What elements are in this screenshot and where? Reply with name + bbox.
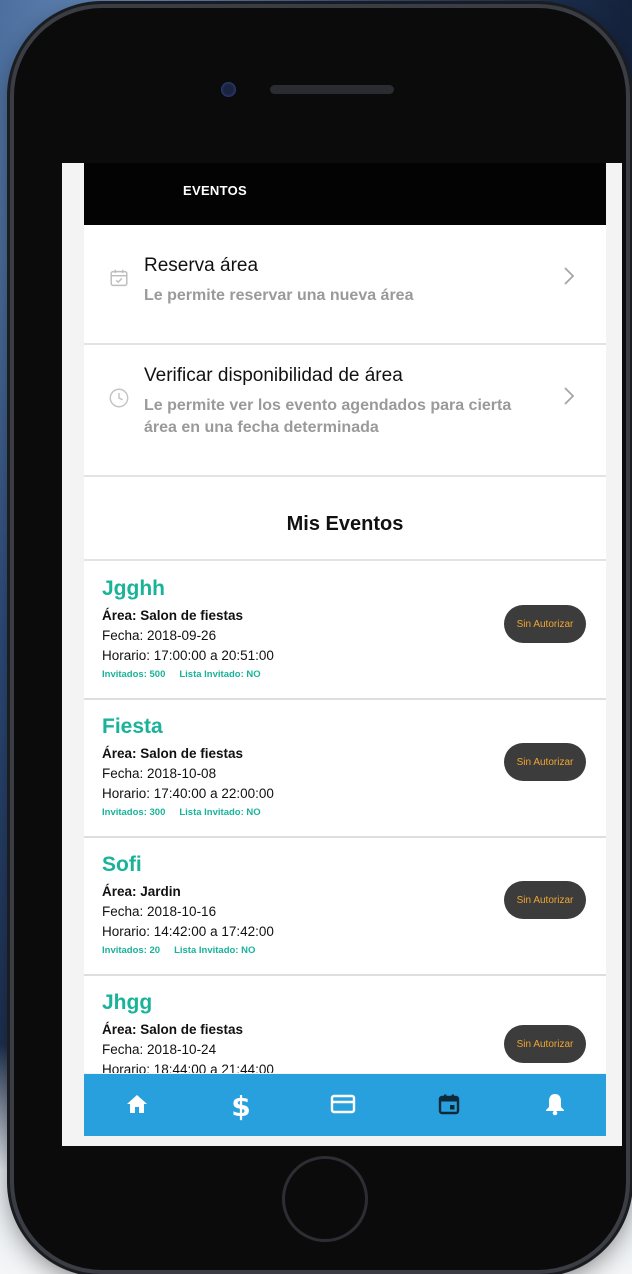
event-time: Horario: 14:42:00 a 17:42:00	[102, 924, 274, 939]
nav-notifications[interactable]	[540, 1091, 570, 1121]
event-area: Área: Salon de fiestas	[102, 608, 244, 623]
event-card[interactable]: Fiesta Área: Salon de fiestas Fecha: 201…	[84, 701, 606, 838]
menu-item-title: Reserva área	[144, 255, 259, 276]
divider	[84, 974, 606, 976]
section-title: Mis Eventos	[286, 513, 404, 535]
event-time: Horario: 17:00:00 a 20:51:00	[102, 648, 274, 663]
calendar-icon	[437, 1092, 461, 1121]
event-guest-list: Lista Invitado: NO	[174, 945, 256, 956]
credit-card-icon	[330, 1093, 356, 1120]
event-date: Fecha: 2018-10-24	[102, 1042, 217, 1057]
event-guests: Invitados: 500	[102, 669, 166, 680]
chevron-right-icon	[562, 385, 576, 413]
event-meta: Invitados: 20 Lista Invitado: NO	[102, 945, 255, 956]
event-meta: Invitados: 500 Lista Invitado: NO	[102, 669, 261, 680]
divider	[84, 343, 606, 345]
nav-cards[interactable]	[328, 1091, 358, 1121]
menu-item-description: Le permite ver los evento agendados para…	[144, 397, 512, 436]
bell-icon	[544, 1092, 566, 1121]
phone-frame: EVENTOS Reserva área Le permite reservar…	[14, 8, 626, 1270]
app-screen: EVENTOS Reserva área Le permite reservar…	[62, 163, 622, 1146]
menu-item-reserva-area[interactable]: Reserva área Le permite reservar una nue…	[84, 233, 606, 333]
dollar-icon: $	[231, 1089, 251, 1123]
event-name: Jgghh	[102, 577, 165, 600]
app-bar: EVENTOS	[84, 163, 606, 225]
event-time: Horario: 18:44:00 a 21:44:00	[102, 1062, 274, 1073]
event-card[interactable]: Sofi Área: Jardin Fecha: 2018-10-16 Hora…	[84, 839, 606, 976]
status-badge[interactable]: Sin Autorizar	[504, 743, 586, 781]
event-guests: Invitados: 300	[102, 807, 166, 818]
nav-payments[interactable]: $	[226, 1089, 256, 1123]
event-card[interactable]: Jgghh Área: Salon de fiestas Fecha: 2018…	[84, 563, 606, 700]
event-guest-list: Lista Invitado: NO	[179, 669, 261, 680]
content-area[interactable]: Reserva área Le permite reservar una nue…	[84, 225, 606, 1073]
event-area: Área: Jardin	[102, 884, 181, 899]
front-camera	[221, 82, 236, 97]
event-name: Jhgg	[102, 991, 153, 1014]
chevron-right-icon	[562, 265, 576, 293]
event-card[interactable]: Jhgg Área: Salon de fiestas Fecha: 2018-…	[84, 977, 606, 1073]
nav-events[interactable]	[434, 1091, 464, 1121]
event-guests: Invitados: 20	[102, 945, 161, 956]
event-time: Horario: 17:40:00 a 22:00:00	[102, 786, 274, 801]
event-date: Fecha: 2018-10-08	[102, 766, 217, 781]
event-meta: Invitados: 300 Lista Invitado: NO	[102, 807, 261, 818]
status-badge[interactable]: Sin Autorizar	[504, 881, 586, 919]
event-date: Fecha: 2018-10-16	[102, 904, 217, 919]
nav-home[interactable]	[122, 1091, 152, 1121]
menu-item-description: Le permite reservar una nueva área	[144, 287, 414, 304]
clock-icon	[108, 387, 130, 409]
event-guest-list: Lista Invitado: NO	[179, 807, 261, 818]
event-date: Fecha: 2018-09-26	[102, 628, 217, 643]
divider	[84, 836, 606, 838]
event-name: Fiesta	[102, 715, 163, 738]
event-area: Área: Salon de fiestas	[102, 1022, 244, 1037]
event-area: Área: Salon de fiestas	[102, 746, 244, 761]
calendar-check-icon	[108, 267, 130, 289]
home-button[interactable]	[282, 1156, 368, 1242]
home-icon	[125, 1092, 149, 1121]
menu-item-title: Verificar disponibilidad de área	[144, 365, 403, 386]
menu-item-verificar-disponibilidad[interactable]: Verificar disponibilidad de área Le perm…	[84, 347, 606, 467]
status-badge[interactable]: Sin Autorizar	[504, 605, 586, 643]
event-name: Sofi	[102, 853, 142, 876]
bottom-navigation: $	[84, 1074, 606, 1136]
divider	[84, 698, 606, 700]
divider	[84, 559, 606, 561]
status-badge[interactable]: Sin Autorizar	[504, 1025, 586, 1063]
divider	[84, 475, 606, 477]
speaker-grille	[270, 85, 394, 94]
page-title: EVENTOS	[183, 183, 247, 198]
